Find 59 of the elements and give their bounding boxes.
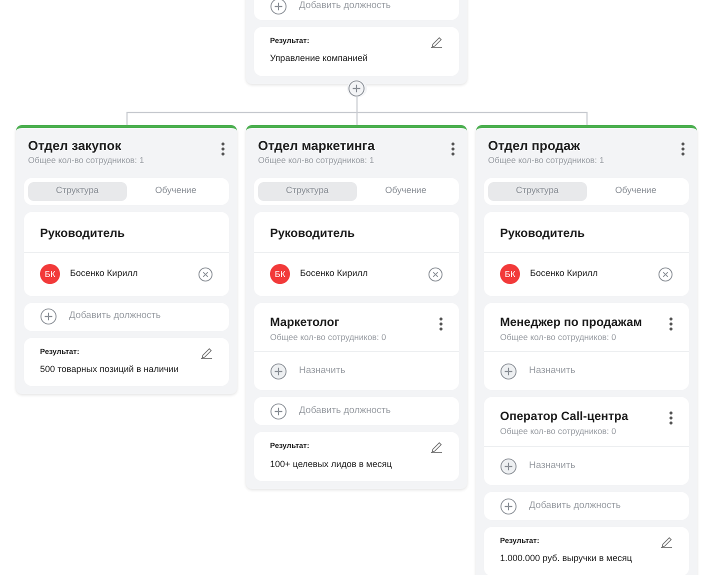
more-icon[interactable] — [669, 411, 673, 426]
plus-icon — [500, 498, 517, 514]
leader-title: Руководитель — [254, 212, 459, 252]
employee-count: Общее кол-во сотрудников: 0 — [500, 425, 618, 438]
edit-icon[interactable] — [660, 535, 673, 548]
leader-title: Руководитель — [24, 212, 229, 252]
department-title: Отдел маркетинга — [258, 138, 375, 154]
tab[interactable]: Обучение — [586, 182, 685, 200]
plus-icon — [500, 362, 517, 380]
result-text: 500 товарных позиций в наличии — [40, 362, 179, 376]
avatar: БК — [270, 264, 290, 284]
department-title: Отдел продаж — [488, 138, 581, 154]
assign-button[interactable]: Назначить — [254, 352, 459, 390]
employee-count: Общее кол-во сотрудников: 1 — [28, 154, 144, 166]
tab[interactable]: Структура — [488, 182, 586, 200]
position-title: Менеджер по продажам — [500, 314, 642, 330]
add-position-button[interactable]: Добавить должность — [254, 0, 459, 20]
plus-icon — [270, 0, 287, 14]
more-icon[interactable] — [669, 316, 673, 330]
avatar: БК — [40, 264, 60, 284]
plus-icon — [270, 402, 287, 420]
leader-title: Руководитель — [484, 212, 689, 252]
employee-name: Босенко Кирилл — [300, 267, 369, 280]
add-position-button[interactable]: Добавить должность — [484, 492, 689, 520]
plus-icon — [40, 308, 57, 325]
plus-icon — [270, 362, 287, 380]
employee-count: Общее кол-во сотрудников: 1 — [488, 154, 604, 166]
position-title: Оператор Call-центра — [500, 408, 628, 426]
employee-name: Босенко Кирилл — [530, 267, 599, 280]
plus-icon — [500, 458, 517, 474]
edit-icon[interactable] — [200, 346, 213, 358]
result-text: Управление компанией — [270, 52, 368, 66]
add-position-button[interactable]: Добавить должность — [254, 397, 459, 426]
edit-icon[interactable] — [430, 440, 443, 454]
more-icon[interactable] — [681, 142, 685, 156]
edit-icon[interactable] — [430, 35, 443, 48]
close-icon[interactable] — [198, 266, 213, 282]
employee-name: Босенко Кирилл — [70, 267, 139, 280]
result-text: 1.000.000 руб. выручки в месяц — [500, 552, 632, 566]
assign-button[interactable]: Назначить — [484, 447, 689, 485]
employee-count: Общее кол-во сотрудников: 0 — [500, 330, 618, 344]
assign-button[interactable]: Назначить — [484, 352, 689, 390]
plus-icon — [348, 80, 365, 97]
add-position-button[interactable]: Добавить должность — [24, 302, 229, 330]
tab[interactable]: Структура — [258, 182, 356, 200]
employee-count: Общее кол-во сотрудников: 0 — [270, 330, 386, 344]
close-icon[interactable] — [658, 266, 673, 282]
more-icon[interactable] — [451, 142, 455, 156]
more-icon[interactable] — [439, 316, 443, 330]
tab[interactable]: Обучение — [126, 182, 225, 200]
tab[interactable]: Структура — [28, 182, 126, 200]
tab[interactable]: Обучение — [356, 182, 455, 200]
more-icon[interactable] — [221, 142, 225, 156]
position-title: Маркетолог — [270, 314, 340, 330]
employee-count: Общее кол-во сотрудников: 1 — [258, 154, 375, 166]
close-icon[interactable] — [428, 266, 443, 282]
result-text: 100+ целевых лидов в месяц — [270, 458, 392, 471]
avatar: БК — [500, 264, 520, 284]
department-title: Отдел закупок — [28, 138, 122, 154]
